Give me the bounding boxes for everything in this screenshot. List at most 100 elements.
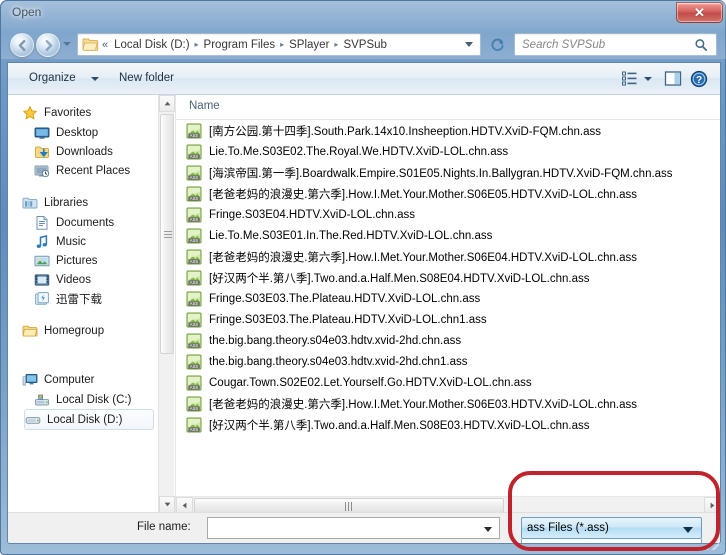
sidebar-item-videos[interactable]: Videos [34, 270, 97, 289]
file-list-item[interactable]: ASSLie.To.Me.S03E02.The.Royal.We.HDTV.Xv… [176, 141, 721, 162]
file-list-item[interactable]: ASS[海滨帝国.第一季].Boardwalk.Empire.S01E05.Ni… [176, 162, 721, 183]
pictures-icon [34, 253, 50, 269]
sidebar-group-libraries[interactable]: Libraries [22, 193, 88, 212]
breadcrumb-local-disk-d[interactable]: Local Disk (D:) [112, 38, 191, 52]
scroll-left-button[interactable] [176, 497, 193, 513]
file-list-item[interactable]: ASS[老爸老妈的浪漫史.第六季].How.I.Met.Your.Mother.… [176, 246, 721, 267]
file-list-item[interactable]: ASS[老爸老妈的浪漫史.第六季].How.I.Met.Your.Mother.… [176, 183, 721, 204]
sidebar-group-computer[interactable]: Computer [22, 370, 95, 389]
sidebar-item-downloads[interactable]: Downloads [34, 142, 119, 161]
scrollbar-thumb[interactable] [194, 498, 504, 513]
window-resize-grip-icon[interactable] [707, 538, 719, 550]
search-icon [694, 38, 708, 52]
file-name-text: [老爸老妈的浪漫史.第六季].How.I.Met.Your.Mother.S06… [209, 396, 637, 412]
file-list-horizontal-scrollbar[interactable] [176, 496, 721, 513]
sidebar-item-pictures[interactable]: Pictures [34, 251, 104, 270]
chevron-left-icon [182, 502, 187, 509]
sidebar-item-music[interactable]: Music [34, 232, 92, 251]
refresh-button[interactable] [485, 33, 510, 56]
chevron-down-icon[interactable] [465, 42, 473, 47]
recent-places-icon [34, 163, 50, 179]
path-overflow-chevrons[interactable]: « [102, 39, 108, 51]
preview-pane-button[interactable] [664, 70, 682, 92]
file-name-text: the.big.bang.theory.s04e03.hdtv.xvid-2hd… [209, 335, 461, 347]
sidebar-group-homegroup[interactable]: Homegroup [22, 321, 104, 340]
file-type-filter-dropdown[interactable]: ass Files (*.ass) srt Files (*.srt) txt … [521, 539, 702, 544]
chevron-down-icon[interactable] [91, 77, 99, 81]
chevron-down-icon[interactable] [683, 527, 693, 533]
filter-option-ass[interactable]: ass Files (*.ass) [522, 539, 701, 544]
change-view-button[interactable] [621, 70, 638, 92]
svg-text:?: ? [696, 75, 702, 86]
sidebar-item-recent-places[interactable]: Recent Places [34, 161, 136, 180]
sidebar-item-documents[interactable]: Documents [34, 213, 120, 232]
music-icon [34, 234, 50, 250]
organize-button[interactable]: Organize [23, 69, 82, 87]
column-header-name[interactable]: Name [189, 100, 220, 112]
breadcrumb-splayer[interactable]: SPlayer [287, 38, 331, 52]
sidebar-item-local-disk-d[interactable]: Local Disk (D:) [24, 409, 154, 430]
file-list-item[interactable]: ASSFringe.S03E03.The.Plateau.HDTV.XviD-L… [176, 288, 721, 309]
file-list-item[interactable]: ASSFringe.S03E03.The.Plateau.HDTV.XviD-L… [176, 309, 721, 330]
new-folder-button[interactable]: New folder [113, 69, 180, 87]
file-type-filter-combobox[interactable]: ass Files (*.ass) [521, 517, 702, 539]
navigation-pane[interactable]: Favorites Desktop Downloads [8, 95, 158, 513]
forward-button[interactable] [36, 33, 60, 57]
back-arrow-icon [16, 39, 29, 52]
sidebar-group-favorites[interactable]: Favorites [22, 103, 91, 122]
history-dropdown-icon[interactable] [63, 42, 71, 46]
ass-subtitle-file-icon: ASS [186, 396, 202, 412]
drive-icon [25, 412, 41, 428]
breadcrumb-program-files[interactable]: Program Files [202, 38, 278, 52]
sidebar-item-label: Videos [56, 274, 91, 286]
file-list-item[interactable]: ASSLie.To.Me.S03E01.In.The.Red.HDTV.XviD… [176, 225, 721, 246]
file-list[interactable]: ASS[南方公园.第十四季].South.Park.14x10.Insheept… [176, 120, 721, 491]
dialog-bottom-bar: File name: ass Files (*.ass) ass Files (… [8, 512, 720, 543]
file-list-item[interactable]: ASS the.big.bang.theory.s04e03.hdtv.xvid-… [176, 330, 721, 351]
file-name-text: the.big.bang.theory.s04e03.hdtv.xvid-2hd… [209, 356, 468, 368]
breadcrumb-separator-icon[interactable]: ▸ [280, 40, 284, 49]
folder-icon [82, 37, 99, 52]
scroll-right-button[interactable] [704, 497, 721, 513]
file-list-item[interactable]: ASS[南方公园.第十四季].South.Park.14x10.Insheept… [176, 120, 721, 141]
file-list-item[interactable]: ASS[好汉两个半.第八季].Two.and.a.Half.Men.S08E03… [176, 414, 721, 435]
videos-icon [34, 272, 50, 288]
sidebar-item-local-disk-c[interactable]: Local Disk (C:) [34, 390, 137, 409]
navigation-pane-scrollbar[interactable] [158, 95, 174, 513]
help-button[interactable]: ? [690, 70, 708, 93]
ass-subtitle-file-icon: ASS [186, 144, 202, 160]
column-header-row: Name [176, 95, 721, 120]
file-list-item[interactable]: ASSFringe.S03E04.HDTV.XviD-LOL.chn.ass [176, 204, 721, 225]
sidebar-item-thunder-download[interactable]: 迅雷下载 [34, 289, 108, 308]
breadcrumb-separator-icon[interactable]: ▸ [195, 40, 199, 49]
scroll-down-button[interactable] [159, 496, 175, 513]
thumb-grip-icon [164, 231, 172, 238]
file-list-item[interactable]: ASSCougar.Town.S02E02.Let.Yourself.Go.HD… [176, 372, 721, 393]
ass-subtitle-file-icon: ASS [186, 333, 202, 349]
sidebar-item-label: Local Disk (D:) [47, 414, 122, 426]
breadcrumb-svpsub[interactable]: SVPSub [341, 38, 388, 52]
file-list-item[interactable]: ASS[好汉两个半.第八季].Two.and.a.Half.Men.S08E04… [176, 267, 721, 288]
file-name-input[interactable] [207, 517, 500, 539]
file-list-item[interactable]: ASS [老爸老妈的浪漫史.第六季].How.I.Met.Your.Mother.… [176, 393, 721, 414]
ass-subtitle-file-icon: ASS [186, 228, 202, 244]
title-bar: Open ✕ [1, 1, 726, 27]
documents-icon [34, 215, 50, 231]
scroll-up-button[interactable] [159, 95, 175, 112]
svg-text:ASS: ASS [190, 342, 199, 347]
sidebar-group-label: Homegroup [44, 325, 104, 337]
sidebar-item-desktop[interactable]: Desktop [34, 123, 104, 142]
file-list-item[interactable]: ASSthe.big.bang.theory.s04e03.hdtv.xvid-… [176, 351, 721, 372]
chevron-down-icon[interactable] [484, 527, 492, 532]
chevron-down-icon[interactable] [644, 77, 652, 81]
close-button[interactable]: ✕ [676, 2, 723, 23]
back-button[interactable] [10, 33, 34, 57]
breadcrumb-separator-icon[interactable]: ▸ [334, 40, 338, 49]
address-bar[interactable]: « Local Disk (D:) ▸ Program Files ▸ SPla… [77, 33, 481, 56]
svg-text:ASS: ASS [190, 321, 199, 326]
sidebar-item-label: Documents [56, 217, 114, 229]
file-name-text: Cougar.Town.S02E02.Let.Yourself.Go.HDTV.… [209, 377, 532, 389]
search-input[interactable]: Search SVPSub [514, 33, 717, 56]
window-title: Open [12, 5, 41, 19]
scrollbar-thumb[interactable] [160, 114, 174, 354]
